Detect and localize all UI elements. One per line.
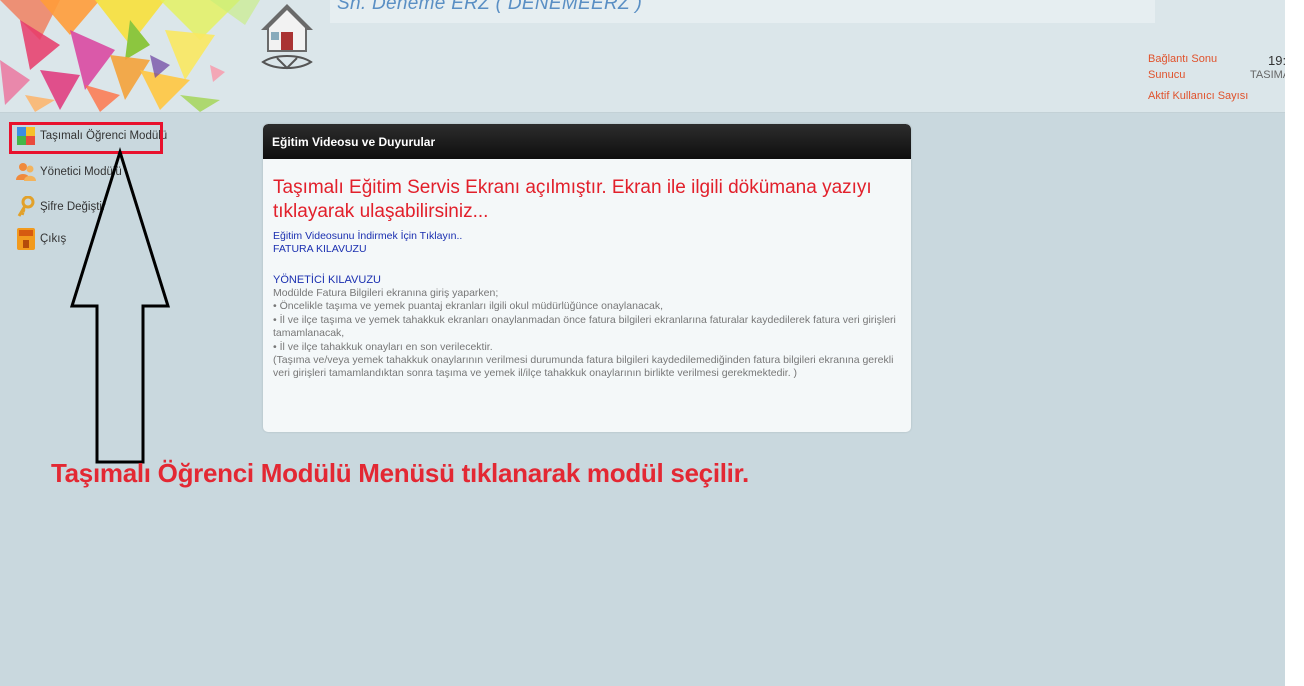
admin-guide-link[interactable]: YÖNETİCİ KILAVUZU — [273, 274, 902, 287]
panel-body: Taşımalı Eğitim Servis Ekranı açılmıştır… — [263, 159, 911, 381]
sidebar-item-cikis[interactable]: Çıkış — [16, 228, 66, 250]
connection-end-value: 19: — [1268, 53, 1285, 68]
guide-line: Modülde Fatura Bilgileri ekranına giriş … — [273, 287, 499, 299]
home-icon[interactable] — [255, 2, 319, 74]
header: Sn. Deneme ERZ ( DENEMEERZ ) Bağlantı So… — [0, 0, 1285, 113]
logo — [0, 0, 260, 112]
video-download-link[interactable]: Eğitim Videosunu İndirmek İçin Tıklayın.… — [273, 230, 902, 243]
announcements-panel: Eğitim Videosu ve Duyurular Taşımalı Eği… — [263, 124, 911, 432]
users-icon — [16, 163, 36, 181]
invoice-guide-link[interactable]: FATURA KILAVUZU — [273, 243, 902, 256]
app-window: Sn. Deneme ERZ ( DENEMEERZ ) Bağlantı So… — [0, 0, 1285, 686]
active-users-label: Aktif Kullanıcı Sayısı — [1148, 90, 1249, 102]
annotation-arrow — [69, 146, 170, 464]
exit-icon — [17, 228, 35, 250]
guide-line: • Öncelikle taşıma ve yemek puantaj ekra… — [273, 300, 664, 313]
connection-end-label: Bağlantı Sonu — [1148, 53, 1218, 65]
user-name: Sn. Deneme ERZ ( DENEMEERZ ) — [337, 0, 643, 14]
key-icon — [17, 196, 35, 217]
guide-line: (Taşıma ve/veya yemek tahakkuk onayların… — [273, 354, 894, 380]
guide-line: • İl ve ilçe taşıma ve yemek tahakkuk ek… — [273, 313, 896, 340]
server-label: Sunucu — [1148, 69, 1186, 81]
annotation-caption: Taşımalı Öğrenci Modülü Menüsü tıklanara… — [51, 458, 749, 488]
guide-line: • İl ve ilçe tahakkuk onayları en son ve… — [273, 340, 493, 353]
announcement-link[interactable]: Taşımalı Eğitim Servis Ekranı açılmıştır… — [273, 176, 902, 224]
panel-title: Eğitim Videosu ve Duyurular — [263, 124, 911, 159]
server-value: TASIMA — [1250, 69, 1285, 81]
